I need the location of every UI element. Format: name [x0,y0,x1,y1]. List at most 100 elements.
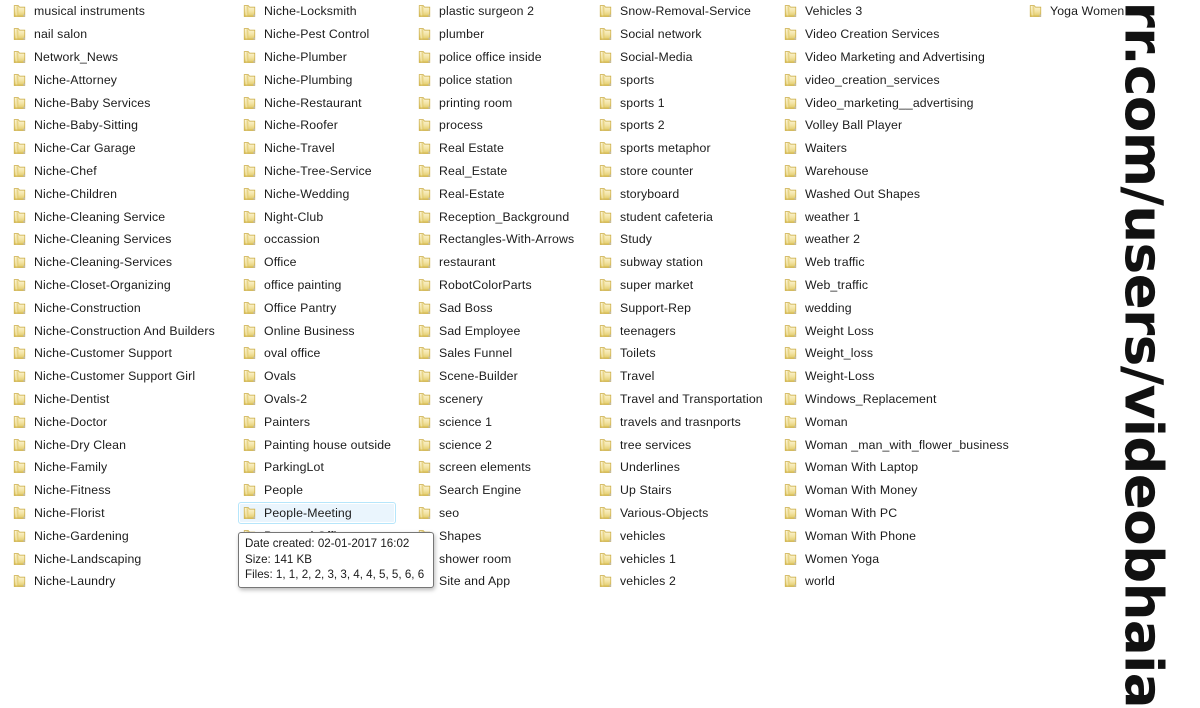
folder-list-item[interactable]: restaurant [413,251,579,274]
folder-list-item[interactable]: Travel [594,365,768,388]
folder-list-item[interactable]: Weight Loss [779,319,1014,342]
folder-list-item[interactable]: plumber [413,23,579,46]
folder-list-item[interactable]: Waiters [779,137,1014,160]
folder-list-item[interactable]: Sad Boss [413,296,579,319]
folder-list-item[interactable]: science 1 [413,410,579,433]
folder-list-item[interactable]: Niche-Chef [8,160,220,183]
folder-list-item[interactable]: store counter [594,160,768,183]
folder-list-item[interactable]: Real Estate [413,137,579,160]
folder-list-item[interactable]: sports 2 [594,114,768,137]
folder-list-item[interactable]: Niche-Wedding [238,182,396,205]
folder-list-item[interactable]: Niche-Pest Control [238,23,396,46]
folder-list-item[interactable]: Up Stairs [594,479,768,502]
file-list-pane[interactable]: musical instruments nail salon Network_New… [0,0,1200,600]
folder-list-item[interactable]: RobotColorParts [413,274,579,297]
folder-list-item[interactable]: Niche-Cleaning Services [8,228,220,251]
folder-list-item[interactable]: Niche-Customer Support Girl [8,365,220,388]
folder-list-item[interactable]: printing room [413,91,579,114]
folder-list-item[interactable]: travels and trasnports [594,410,768,433]
folder-list-item[interactable]: Real-Estate [413,182,579,205]
folder-list-item[interactable]: Weight-Loss [779,365,1014,388]
folder-list-item[interactable]: Shapes [413,524,579,547]
folder-list-item[interactable]: People-Meeting [238,501,397,525]
folder-list-item[interactable]: musical instruments [8,0,220,23]
folder-list-item[interactable]: Network_News [8,46,220,69]
folder-list-item[interactable]: shower room [413,547,579,570]
folder-list-item[interactable]: Toilets [594,342,768,365]
folder-list-item[interactable]: Scene-Builder [413,365,579,388]
folder-list-item[interactable]: Niche-Construction And Builders [8,319,220,342]
folder-list-item[interactable]: weather 2 [779,228,1014,251]
folder-list-item[interactable]: occassion [238,228,396,251]
folder-list-item[interactable]: Warehouse [779,160,1014,183]
folder-list-item[interactable]: Niche-Florist [8,502,220,525]
folder-list-item[interactable]: seo [413,502,579,525]
folder-list-item[interactable]: Real_Estate [413,160,579,183]
folder-list-item[interactable]: Niche-Attorney [8,68,220,91]
folder-list-item[interactable]: Woman With Money [779,479,1014,502]
folder-list-item[interactable]: Study [594,228,768,251]
folder-list-item[interactable]: Reception_Background [413,205,579,228]
folder-list-item[interactable]: Niche-Baby Services [8,91,220,114]
folder-list-item[interactable]: oval office [238,342,396,365]
folder-list-item[interactable]: nail salon [8,23,220,46]
folder-list-item[interactable]: Online Business [238,319,396,342]
folder-list-item[interactable]: world [779,570,1014,593]
folder-list-item[interactable]: video_creation_services [779,68,1014,91]
folder-list-item[interactable]: Niche-Car Garage [8,137,220,160]
folder-list-item[interactable]: Sad Employee [413,319,579,342]
folder-list-item[interactable]: wedding [779,296,1014,319]
folder-list-item[interactable]: Woman With Laptop [779,456,1014,479]
folder-list-item[interactable]: Niche-Plumber [238,46,396,69]
folder-list-item[interactable]: Social network [594,23,768,46]
folder-list-item[interactable]: Niche-Doctor [8,410,220,433]
folder-list-item[interactable]: sports metaphor [594,137,768,160]
folder-list-item[interactable]: plastic surgeon 2 [413,0,579,23]
folder-list-item[interactable]: Snow-Removal-Service [594,0,768,23]
folder-list-item[interactable]: Night-Club [238,205,396,228]
folder-list-item[interactable]: Support-Rep [594,296,768,319]
folder-list-item[interactable]: scenery [413,388,579,411]
folder-list-item[interactable]: Niche-Fitness [8,479,220,502]
folder-list-item[interactable]: Web traffic [779,251,1014,274]
folder-list-item[interactable]: super market [594,274,768,297]
folder-list-item[interactable]: Niche-Cleaning-Services [8,251,220,274]
folder-list-item[interactable]: Niche-Closet-Organizing [8,274,220,297]
folder-list-item[interactable]: Niche-Cleaning Service [8,205,220,228]
folder-list-item[interactable]: Volley Ball Player [779,114,1014,137]
folder-list-item[interactable]: Painters [238,410,396,433]
folder-list-item[interactable]: Web_traffic [779,274,1014,297]
folder-list-item[interactable]: Washed Out Shapes [779,182,1014,205]
folder-list-item[interactable]: Niche-Laundry [8,570,220,593]
folder-list-item[interactable]: Woman _man_with_flower_business [779,433,1014,456]
folder-list-item[interactable]: Office [238,251,396,274]
folder-list-item[interactable]: police station [413,68,579,91]
folder-list-item[interactable]: weather 1 [779,205,1014,228]
folder-list-item[interactable]: vehicles 1 [594,547,768,570]
folder-list-item[interactable]: Sales Funnel [413,342,579,365]
folder-list-item[interactable]: tree services [594,433,768,456]
folder-list-item[interactable]: Social-Media [594,46,768,69]
folder-list-item[interactable]: sports [594,68,768,91]
folder-list-item[interactable]: Niche-Dry Clean [8,433,220,456]
folder-list-item[interactable]: Niche-Gardening [8,524,220,547]
folder-list-item[interactable]: Women Yoga [779,547,1014,570]
folder-list-item[interactable]: vehicles [594,524,768,547]
folder-list-item[interactable]: Video Creation Services [779,23,1014,46]
folder-list-item[interactable]: Ovals [238,365,396,388]
folder-list-item[interactable]: Woman With PC [779,502,1014,525]
folder-list-item[interactable]: Weight_loss [779,342,1014,365]
folder-list-item[interactable]: Niche-Locksmith [238,0,396,23]
folder-list-item[interactable]: People [238,479,396,502]
folder-list-item[interactable]: teenagers [594,319,768,342]
folder-list-item[interactable]: process [413,114,579,137]
folder-list-item[interactable]: Search Engine [413,479,579,502]
folder-list-item[interactable]: Yoga Women [1024,0,1129,23]
folder-list-item[interactable]: Underlines [594,456,768,479]
folder-list-item[interactable]: Niche-Dentist [8,388,220,411]
folder-list-item[interactable]: Niche-Baby-Sitting [8,114,220,137]
folder-list-item[interactable]: ParkingLot [238,456,396,479]
folder-list-item[interactable]: Niche-Customer Support [8,342,220,365]
folder-list-item[interactable]: Niche-Restaurant [238,91,396,114]
folder-list-item[interactable]: office painting [238,274,396,297]
